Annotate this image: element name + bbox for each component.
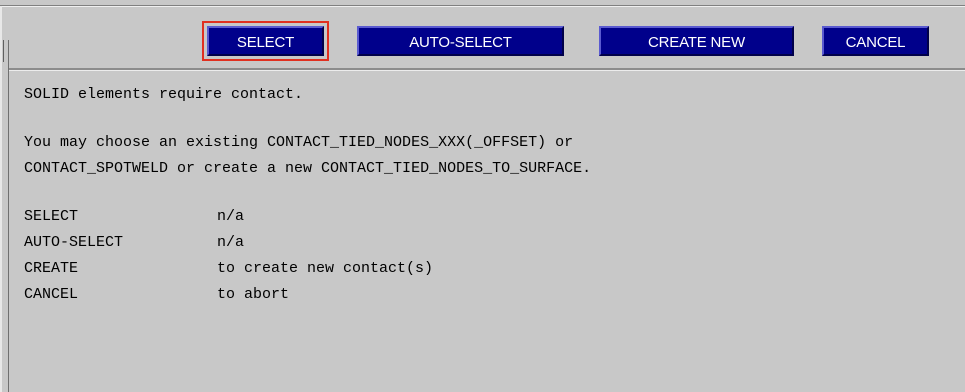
option-row-cancel: CANCEL to abort: [24, 282, 959, 308]
message-panel: SOLID elements require contact. You may …: [24, 82, 959, 308]
select-button[interactable]: SELECT: [207, 26, 324, 56]
window-left-tick: [3, 40, 4, 62]
option-key: AUTO-SELECT: [24, 234, 124, 251]
panel-left-border: [8, 40, 9, 392]
create-new-button[interactable]: CREATE NEW: [599, 26, 794, 56]
contact-dialog: SELECT AUTO-SELECT CREATE NEW CANCEL SOL…: [0, 0, 965, 392]
window-left-highlight: [0, 6, 2, 392]
option-desc: n/a: [217, 234, 245, 251]
message-line-create: CONTACT_SPOTWELD or create a new CONTACT…: [24, 160, 592, 177]
message-line-requirement: SOLID elements require contact.: [24, 86, 304, 103]
option-desc: n/a: [217, 208, 245, 225]
window-top-highlight: [0, 6, 965, 7]
option-desc: to abort: [217, 286, 290, 303]
option-key: CANCEL: [24, 286, 79, 303]
auto-select-button[interactable]: AUTO-SELECT: [357, 26, 564, 56]
option-row-create: CREATE to create new contact(s): [24, 256, 959, 282]
option-row-auto-select: AUTO-SELECT n/a: [24, 230, 959, 256]
button-toolbar: SELECT AUTO-SELECT CREATE NEW CANCEL: [9, 8, 965, 68]
message-line-choose: You may choose an existing CONTACT_TIED_…: [24, 134, 574, 151]
option-key: CREATE: [24, 260, 79, 277]
cancel-button[interactable]: CANCEL: [822, 26, 929, 56]
toolbar-separator: [9, 68, 965, 71]
option-key: SELECT: [24, 208, 79, 225]
option-desc: to create new contact(s): [217, 260, 434, 277]
option-row-select: SELECT n/a: [24, 204, 959, 230]
